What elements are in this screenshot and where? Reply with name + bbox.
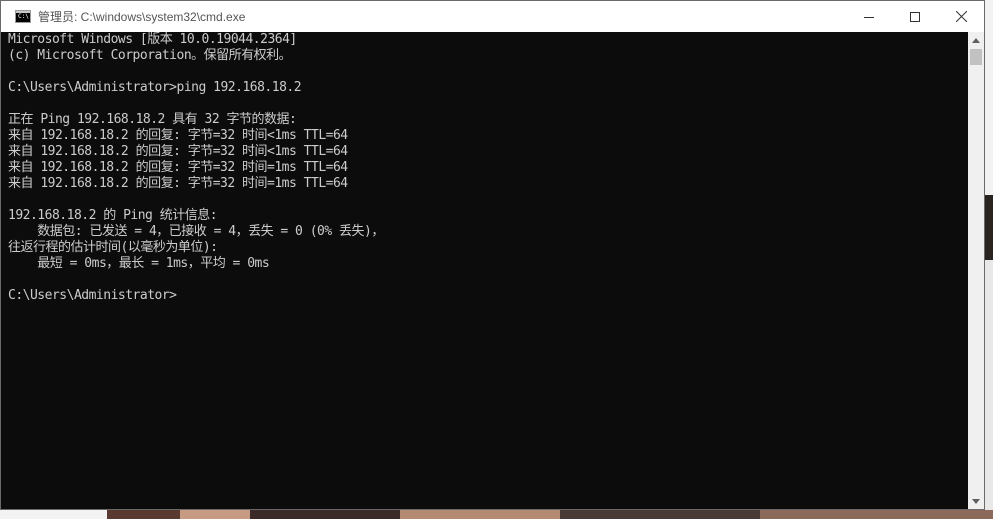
- console-line: Microsoft Windows [版本 10.0.19044.2364]: [8, 32, 297, 47]
- console-prompt: C:\Users\Administrator>: [8, 288, 177, 303]
- console-line: 来自 192.168.18.2 的回复: 字节=32 时间=1ms TTL=64: [8, 160, 348, 175]
- console-line: (c) Microsoft Corporation。保留所有权利。: [8, 48, 292, 63]
- window-title: 管理员: C:\windows\system32\cmd.exe: [38, 10, 246, 24]
- maximize-button[interactable]: [892, 1, 938, 32]
- minimize-icon: [864, 16, 874, 18]
- close-icon: [955, 11, 967, 22]
- maximize-icon: [910, 11, 920, 22]
- console-line: 往返行程的估计时间(以毫秒为单位):: [8, 240, 218, 255]
- cmd-app-icon-text: C:\: [18, 13, 29, 20]
- console-line: 正在 Ping 192.168.18.2 具有 32 字节的数据:: [8, 112, 297, 127]
- console-line: C:\Users\Administrator>ping 192.168.18.2: [8, 80, 302, 95]
- scroll-thumb[interactable]: [970, 49, 982, 65]
- scroll-down-button[interactable]: [968, 493, 984, 509]
- console-output[interactable]: Microsoft Windows [版本 10.0.19044.2364] (…: [1, 32, 968, 509]
- desktop-background-bottom: [0, 510, 993, 519]
- minimize-button[interactable]: [846, 1, 892, 32]
- title-bar[interactable]: C:\ 管理员: C:\windows\system32\cmd.exe: [1, 1, 984, 32]
- console-line: 来自 192.168.18.2 的回复: 字节=32 时间<1ms TTL=64: [8, 144, 348, 159]
- cmd-app-icon[interactable]: C:\: [15, 10, 31, 23]
- vertical-scrollbar[interactable]: [968, 32, 984, 509]
- close-button[interactable]: [938, 1, 984, 32]
- console-line: 最短 = 0ms，最长 = 1ms，平均 = 0ms: [8, 256, 270, 271]
- desktop-background-right: [985, 0, 993, 519]
- chevron-down-icon: [972, 498, 980, 504]
- caption-buttons: [846, 1, 984, 32]
- console-line: 数据包: 已发送 = 4，已接收 = 4，丢失 = 0 (0% 丢失)，: [8, 224, 384, 239]
- cmd-window: C:\ 管理员: C:\windows\system32\cmd.exe Mic…: [0, 0, 985, 510]
- console-line: 192.168.18.2 的 Ping 统计信息:: [8, 208, 218, 223]
- console-line: 来自 192.168.18.2 的回复: 字节=32 时间=1ms TTL=64: [8, 176, 348, 191]
- scroll-up-button[interactable]: [968, 32, 984, 48]
- console-line: 来自 192.168.18.2 的回复: 字节=32 时间<1ms TTL=64: [8, 128, 348, 143]
- chevron-up-icon: [972, 37, 980, 43]
